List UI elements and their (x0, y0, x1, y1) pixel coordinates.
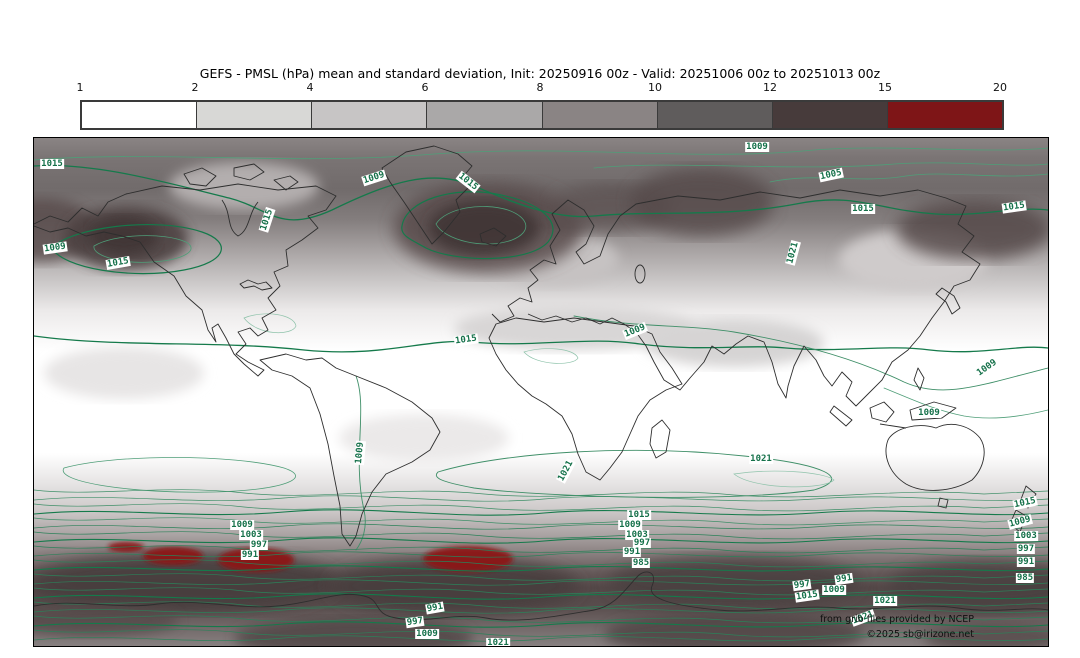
contour-label: 1021 (873, 596, 897, 606)
contour-label: 1015 (627, 510, 651, 520)
colorbar-tick: 8 (536, 81, 544, 94)
contour-label: 985 (631, 558, 651, 568)
contour-label: 991 (240, 550, 260, 560)
contour-label: 1009 (974, 357, 1000, 379)
contour-label: 1015 (1001, 200, 1027, 214)
colorbar-tick: 1 (76, 81, 84, 94)
world-map: 1015 1009 1015 1015 1009 1015 1009 1005 1015 1015… (33, 137, 1049, 647)
contour-label: 997 (792, 578, 812, 592)
contour-label: 997 (405, 615, 425, 629)
contour-label: 1009 (415, 629, 439, 639)
colorbar-tick: 2 (191, 81, 199, 94)
colorbar-tick: 20 (993, 81, 1007, 94)
contour-label: 1015 (851, 204, 875, 214)
colorbar-tick: 6 (421, 81, 429, 94)
colorbar-segment (886, 102, 1002, 128)
weather-chart-page: GEFS - PMSL (hPa) mean and standard devi… (0, 0, 1080, 658)
contour-label: 991 (622, 547, 642, 557)
contour-label: 1021 (785, 240, 801, 266)
colorbar-tick: 10 (648, 81, 662, 94)
contour-label: 985 (1015, 573, 1035, 583)
contour-label: 1009 (622, 321, 648, 341)
contour-label: 1009 (353, 440, 367, 466)
contour-label: 1005 (818, 167, 844, 183)
contour-label: 1021 (556, 458, 576, 484)
attribution-copyright: ©2025 sb@irizone.net (866, 629, 974, 640)
colorbar-segment (656, 102, 772, 128)
colorbar-segment (196, 102, 312, 128)
contour-label: 1009 (917, 408, 941, 418)
contour-label: 991 (834, 572, 854, 586)
contour-label: 1009 (618, 520, 642, 530)
colorbar-tick: 4 (306, 81, 314, 94)
colorbar-segment (541, 102, 657, 128)
contour-label: 1021 (486, 638, 510, 646)
contour-label: 991 (425, 601, 445, 615)
colorbar-segment (771, 102, 887, 128)
contour-label: 997 (249, 540, 269, 550)
contour-label: 1009 (745, 142, 769, 152)
contour-label: 1003 (239, 530, 263, 540)
attribution-source: from grib files provided by NCEP (819, 614, 974, 625)
contour-label: 1015 (258, 207, 276, 233)
contour-label: 991 (1016, 557, 1036, 567)
colorbar-ticks: 1 2 4 6 8 10 12 15 20 (76, 81, 1008, 95)
colorbar (80, 100, 1004, 130)
contour-label: 1015 (105, 256, 131, 270)
contour-label: 1009 (230, 520, 254, 530)
contour-label: 1009 (1007, 514, 1033, 530)
contour-label: 1015 (794, 589, 820, 603)
contour-label: 1009 (822, 585, 846, 595)
colorbar-segment (311, 102, 427, 128)
contour-label: 1003 (1014, 531, 1038, 541)
contour-label: 997 (1016, 544, 1036, 554)
colorbar-tick: 12 (763, 81, 777, 94)
contour-label: 1009 (42, 241, 68, 255)
chart-title: GEFS - PMSL (hPa) mean and standard devi… (199, 66, 881, 81)
contour-label: 1015 (455, 170, 481, 194)
colorbar-segment (82, 102, 197, 128)
colorbar-segment (426, 102, 542, 128)
contour-label: 1015 (40, 159, 64, 169)
contour-labels: 1015 1009 1015 1015 1009 1015 1009 1005 1015 1015… (34, 138, 1048, 646)
contour-label: 1015 (453, 333, 479, 347)
contour-label: 1009 (361, 169, 387, 187)
contour-label: 1021 (749, 454, 773, 464)
colorbar-tick: 15 (878, 81, 892, 94)
contour-label: 1015 (1012, 495, 1038, 511)
